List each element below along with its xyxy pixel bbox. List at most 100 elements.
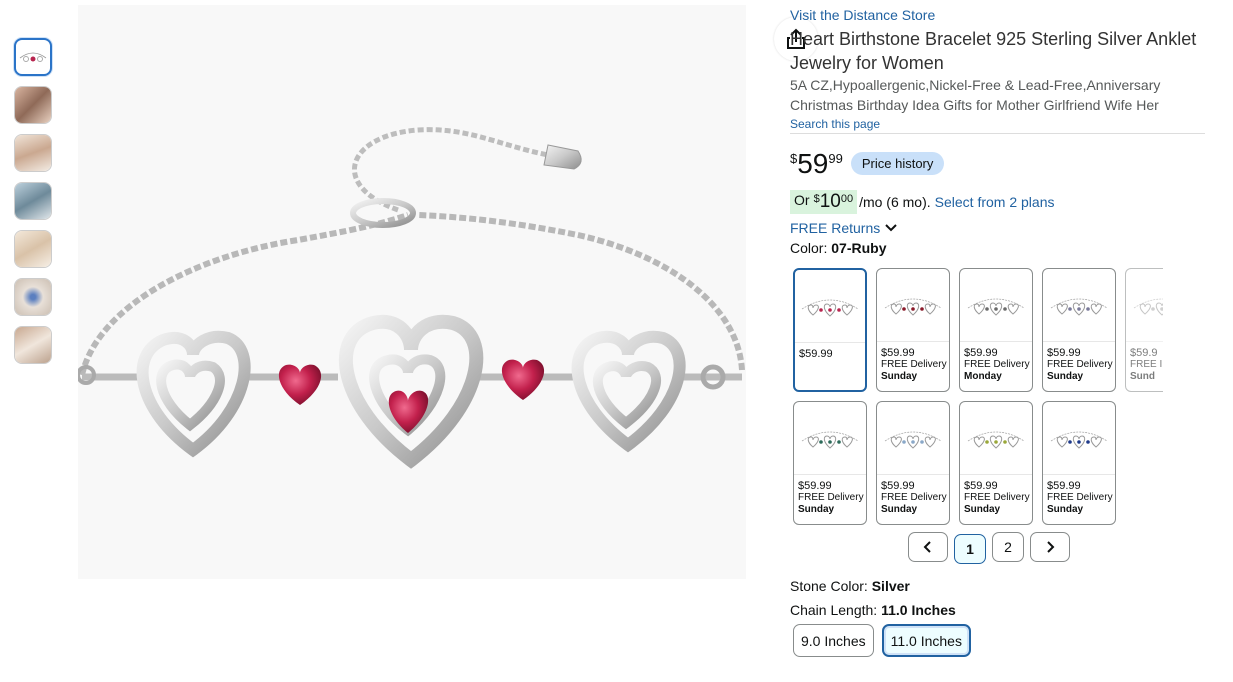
thumbnail-7[interactable] bbox=[14, 326, 52, 364]
stone-color-label: Stone Color: bbox=[790, 578, 868, 594]
swatch-image bbox=[1126, 269, 1163, 342]
swatch-price: $59.99 bbox=[798, 480, 832, 492]
swatch-delivery-day: Sunday bbox=[881, 371, 918, 382]
swatch-price: $59.99 bbox=[1047, 347, 1081, 359]
price-block: $ 59 99 Price history bbox=[790, 149, 1210, 179]
page-2-button[interactable]: 2 bbox=[992, 532, 1024, 562]
thumbnail-3[interactable] bbox=[14, 134, 52, 172]
thumbnail-1[interactable] bbox=[14, 38, 52, 76]
chain-length-options: 9.0 Inches 11.0 Inches bbox=[793, 624, 971, 657]
free-returns-dropdown[interactable]: FREE Returns bbox=[790, 220, 1210, 236]
color-selection: Color: 07-Ruby bbox=[790, 240, 1210, 256]
store-link[interactable]: Visit the Distance Store bbox=[790, 7, 1210, 23]
bracelet-image bbox=[76, 127, 745, 469]
color-swatch[interactable]: $59.99 FREE Delivery Sunday bbox=[876, 268, 950, 392]
thumbnail-6[interactable] bbox=[14, 278, 52, 316]
swatch-price: $59.99 bbox=[881, 480, 915, 492]
swatch-price: $59.99 bbox=[964, 347, 998, 359]
color-swatch-grid: $59.99 $59.99 FREE Delivery Sunday $59.99 FRE… bbox=[793, 268, 1163, 528]
bracelet-thumb-icon bbox=[801, 299, 859, 317]
thumbnail-strip bbox=[14, 38, 54, 374]
color-swatch[interactable]: $59.99 FREE Delivery Monday bbox=[959, 268, 1033, 392]
swatch-delivery-day: Sunday bbox=[964, 504, 1001, 515]
search-this-page-link[interactable]: Search this page bbox=[790, 117, 1205, 134]
prev-page-button[interactable] bbox=[908, 532, 948, 562]
color-value: 07-Ruby bbox=[831, 240, 887, 256]
price-whole: 59 bbox=[797, 148, 829, 179]
bracelet-thumb-icon bbox=[884, 431, 942, 449]
thumbnail-5[interactable] bbox=[14, 230, 52, 268]
bracelet-thumb-icon bbox=[801, 431, 859, 449]
chevron-down-icon bbox=[885, 224, 897, 232]
installment-suffix: /mo (6 mo). bbox=[859, 194, 931, 210]
swatch-delivery: FREE Delivery bbox=[798, 492, 864, 503]
swatch-image bbox=[960, 402, 1032, 475]
swatch-image bbox=[1043, 402, 1115, 475]
swatch-delivery: FREE Delivery bbox=[881, 359, 947, 370]
installment-row: Or $ 10 00 /mo (6 mo). Select from 2 pla… bbox=[790, 190, 1210, 214]
chain-length-value: 11.0 Inches bbox=[881, 602, 956, 618]
chevron-left-icon bbox=[923, 541, 931, 553]
swatch-image bbox=[794, 402, 866, 475]
color-swatch[interactable]: $59.99 FREE Delivery Sunday bbox=[1042, 401, 1116, 525]
swatch-delivery-day: Sunday bbox=[1047, 371, 1084, 382]
swatch-price: $59.99 bbox=[964, 480, 998, 492]
swatch-delivery-day: Monday bbox=[964, 371, 1002, 382]
swatch-image bbox=[1043, 269, 1115, 342]
bracelet-thumb-icon bbox=[19, 52, 47, 62]
swatch-delivery-day: Sund bbox=[1130, 371, 1155, 382]
swatch-delivery: FREE Delivery bbox=[1047, 492, 1113, 503]
swatch-price: $59.99 bbox=[799, 348, 833, 360]
price-history-button[interactable]: Price history bbox=[850, 152, 945, 175]
swatch-image bbox=[795, 270, 865, 343]
installment-fraction: 00 bbox=[840, 193, 854, 205]
stone-color-row: Stone Color: Silver bbox=[790, 578, 910, 594]
color-swatch[interactable]: $59.99 bbox=[793, 268, 867, 392]
product-title: Heart Birthstone Bracelet 925 Sterling S… bbox=[790, 29, 1197, 73]
installment-prefix: Or bbox=[794, 192, 810, 208]
product-subtitle: 5A CZ,Hypoallergenic,Nickel-Free & Lead-… bbox=[790, 77, 1161, 113]
chain-length-label: Chain Length: bbox=[790, 602, 878, 618]
length-option-9-inches[interactable]: 9.0 Inches bbox=[793, 624, 874, 657]
color-swatch[interactable]: $59.9 FREE I Sund bbox=[1125, 268, 1163, 392]
installment-amount: Or $ 10 00 bbox=[790, 190, 858, 214]
price-currency: $ bbox=[790, 151, 798, 166]
bracelet-thumb-icon bbox=[967, 298, 1025, 316]
swatch-pager: 1 2 bbox=[908, 532, 1070, 564]
chain-length-row: Chain Length: 11.0 Inches bbox=[790, 602, 956, 618]
bracelet-thumb-icon bbox=[1050, 298, 1108, 316]
length-option-11-inches[interactable]: 11.0 Inches bbox=[881, 624, 971, 657]
swatch-price: $59.99 bbox=[881, 347, 915, 359]
swatch-delivery-day: Sunday bbox=[1047, 504, 1084, 515]
color-swatch[interactable]: $59.99 FREE Delivery Sunday bbox=[1042, 268, 1116, 392]
next-page-button[interactable] bbox=[1030, 532, 1070, 562]
swatch-image bbox=[877, 269, 949, 342]
thumbnail-2[interactable] bbox=[14, 86, 52, 124]
thumbnail-4[interactable] bbox=[14, 182, 52, 220]
chevron-right-icon bbox=[1047, 541, 1055, 553]
color-swatch[interactable]: $59.99 FREE Delivery Sunday bbox=[793, 401, 867, 525]
swatch-delivery: FREE Delivery bbox=[1047, 359, 1113, 370]
color-swatch[interactable]: $59.99 FREE Delivery Sunday bbox=[959, 401, 1033, 525]
color-label: Color: bbox=[790, 240, 828, 256]
swatch-delivery: FREE Delivery bbox=[964, 359, 1030, 370]
swatch-image bbox=[960, 269, 1032, 342]
installment-whole: 10 bbox=[819, 191, 841, 212]
swatch-price: $59.99 bbox=[1047, 480, 1081, 492]
free-returns-label: FREE Returns bbox=[790, 220, 881, 236]
stone-color-value: Silver bbox=[871, 578, 910, 594]
swatch-delivery: FREE I bbox=[1130, 359, 1163, 370]
product-info: Visit the Distance Store Heart Birthston… bbox=[790, 0, 1210, 256]
page-1-button[interactable]: 1 bbox=[954, 534, 986, 564]
swatch-price: $59.9 bbox=[1130, 347, 1158, 359]
color-swatch[interactable]: $59.99 FREE Delivery Sunday bbox=[876, 401, 950, 525]
select-plans-link[interactable]: Select from 2 plans bbox=[935, 194, 1055, 210]
swatch-delivery-day: Sunday bbox=[881, 504, 918, 515]
bracelet-thumb-icon bbox=[884, 298, 942, 316]
bracelet-thumb-icon bbox=[967, 431, 1025, 449]
swatch-delivery-day: Sunday bbox=[798, 504, 835, 515]
swatch-delivery: FREE Delivery bbox=[964, 492, 1030, 503]
swatch-delivery: FREE Delivery bbox=[881, 492, 947, 503]
bracelet-thumb-icon bbox=[1050, 431, 1108, 449]
main-product-image[interactable] bbox=[76, 5, 818, 579]
